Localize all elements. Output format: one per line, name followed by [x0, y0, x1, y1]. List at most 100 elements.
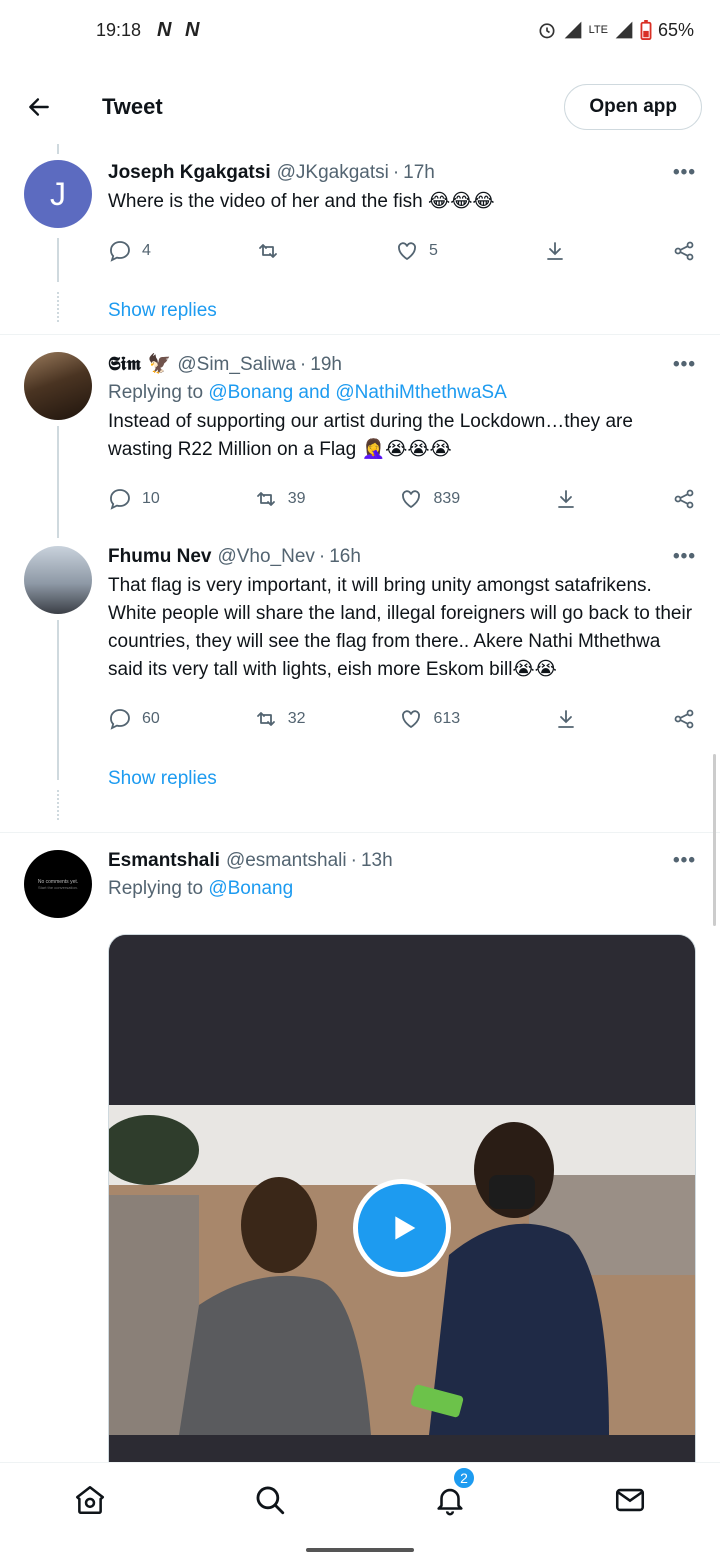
tweet-header: 𝕾𝖎𝖒 🦅 @Sim_Saliwa · 19h •••: [108, 352, 696, 376]
open-app-button[interactable]: Open app: [564, 84, 702, 130]
show-replies-link[interactable]: Show replies: [108, 768, 696, 790]
battery-icon: [640, 20, 652, 40]
share-icon: [674, 489, 694, 509]
reply-count: 4: [142, 242, 151, 259]
reply-count: 60: [142, 710, 160, 727]
tweet[interactable]: 𝕾𝖎𝖒 🦅 @Sim_Saliwa · 19h ••• Replying to …: [0, 352, 720, 514]
show-replies-link[interactable]: Show replies: [108, 300, 696, 322]
tweet-time: 13h: [360, 850, 393, 871]
retweet-button[interactable]: 32: [254, 707, 306, 731]
more-options-button[interactable]: •••: [673, 354, 696, 376]
share-button[interactable]: [672, 487, 696, 511]
author-name[interactable]: 𝕾𝖎𝖒 🦅: [108, 352, 171, 375]
play-icon: [395, 1216, 416, 1240]
share-button[interactable]: [672, 707, 696, 731]
like-button[interactable]: 613: [399, 707, 460, 731]
retweet-count: 32: [287, 710, 306, 727]
video-player[interactable]: [108, 934, 696, 1462]
back-button[interactable]: [24, 92, 54, 122]
nav-messages[interactable]: [610, 1480, 650, 1520]
tweet-actions: 4 5: [108, 236, 696, 266]
like-button[interactable]: 839: [399, 487, 460, 511]
replying-to: Replying to @Bonang: [108, 878, 696, 900]
like-count: 613: [433, 710, 461, 727]
replying-to-label: Replying to: [108, 878, 204, 899]
reply-icon: [110, 709, 130, 730]
bottom-navigation: 2: [0, 1462, 720, 1536]
time-separator: ·: [318, 546, 326, 567]
tweet-time: 16h: [329, 546, 361, 567]
reply-button[interactable]: 10: [108, 487, 160, 511]
tweet-time: 19h: [310, 354, 342, 375]
tweet-header: Fhumu Nev @Vho_Nev · 16h •••: [108, 546, 696, 568]
replying-to: Replying to @Bonang and @NathiMthethwaSA: [108, 382, 696, 404]
author-name[interactable]: Joseph Kgakgatsi: [108, 162, 271, 184]
back-arrow-icon: [29, 98, 49, 116]
download-icon: [558, 710, 574, 728]
status-time: 19:18: [96, 19, 142, 40]
alarm-icon: [539, 23, 555, 39]
like-button[interactable]: 5: [395, 239, 438, 263]
author-handle[interactable]: @Sim_Saliwa: [177, 354, 296, 376]
author-handle[interactable]: @Vho_Nev: [217, 546, 314, 568]
share-icon: [674, 709, 694, 729]
author-name[interactable]: Esmantshali: [108, 850, 220, 872]
retweet-icon: [256, 712, 275, 726]
tweet[interactable]: Esmantshali @esmantshali · 13h ••• Reply…: [0, 850, 720, 1462]
author-name[interactable]: Fhumu Nev: [108, 546, 211, 568]
heart-icon: [402, 490, 421, 509]
save-button[interactable]: [554, 707, 578, 731]
notification-indicators: N N: [157, 18, 204, 41]
nav-home[interactable]: [70, 1480, 110, 1520]
scrollbar[interactable]: [713, 754, 716, 926]
share-icon: [674, 241, 694, 261]
save-button[interactable]: [543, 239, 567, 263]
home-indicator[interactable]: [306, 1548, 414, 1552]
download-icon: [558, 490, 574, 508]
retweet-icon: [256, 492, 275, 506]
retweet-icon: [259, 244, 277, 258]
tweet[interactable]: Joseph Kgakgatsi @JKgakgatsi · 17h ••• W…: [0, 162, 720, 322]
share-button[interactable]: [672, 239, 696, 263]
mail-icon: [615, 1488, 645, 1511]
retweet-button[interactable]: [256, 239, 290, 263]
reply-button[interactable]: 60: [108, 707, 160, 731]
nav-notifications[interactable]: 2: [430, 1465, 476, 1520]
reply-icon: [110, 241, 130, 262]
author-handle[interactable]: @esmantshali: [226, 850, 347, 872]
save-button[interactable]: [554, 487, 578, 511]
thread-dots: [57, 790, 59, 820]
page-title: Tweet: [102, 94, 163, 119]
retweet-button[interactable]: 39: [254, 487, 306, 511]
time-separator: ·: [299, 354, 307, 375]
replying-to-link[interactable]: @Bonang and @NathiMthethwaSA: [208, 382, 506, 403]
tweet-actions: 60 32 613: [108, 704, 696, 734]
nav-search[interactable]: [250, 1480, 290, 1520]
heart-icon: [398, 242, 416, 261]
tweet-text: Instead of supporting our artist during …: [108, 411, 633, 460]
replying-to-link[interactable]: @Bonang: [208, 878, 293, 899]
home-icon: [75, 1485, 105, 1514]
notification-badge: 2: [452, 1465, 476, 1490]
heart-icon: [402, 710, 421, 729]
more-options-button[interactable]: •••: [673, 850, 696, 872]
time-separator: ·: [350, 850, 357, 871]
tweet-text: That flag is very important, it will bri…: [108, 575, 693, 680]
divider: [0, 334, 720, 335]
like-count: 839: [433, 490, 461, 507]
tweet-feed[interactable]: J Joseph Kgakgatsi @JKgakgatsi · 17h •••…: [0, 144, 720, 1462]
reply-button[interactable]: 4: [108, 239, 151, 263]
status-right: LTE 65%: [537, 20, 694, 41]
status-bar: 19:18 N N LTE 65%: [0, 0, 720, 60]
reply-icon: [110, 489, 130, 510]
author-handle[interactable]: @JKgakgatsi: [277, 162, 389, 184]
tweet-header: Esmantshali @esmantshali · 13h •••: [108, 850, 696, 872]
more-options-button[interactable]: •••: [673, 546, 696, 568]
like-count: 5: [429, 242, 438, 259]
search-icon: [256, 1486, 285, 1514]
tweet[interactable]: Fhumu Nev @Vho_Nev · 16h ••• That flag i…: [0, 546, 720, 790]
thread-line: [57, 144, 59, 154]
more-options-button[interactable]: •••: [673, 162, 696, 184]
play-button[interactable]: [353, 1179, 451, 1277]
battery-label: 65%: [657, 19, 694, 40]
